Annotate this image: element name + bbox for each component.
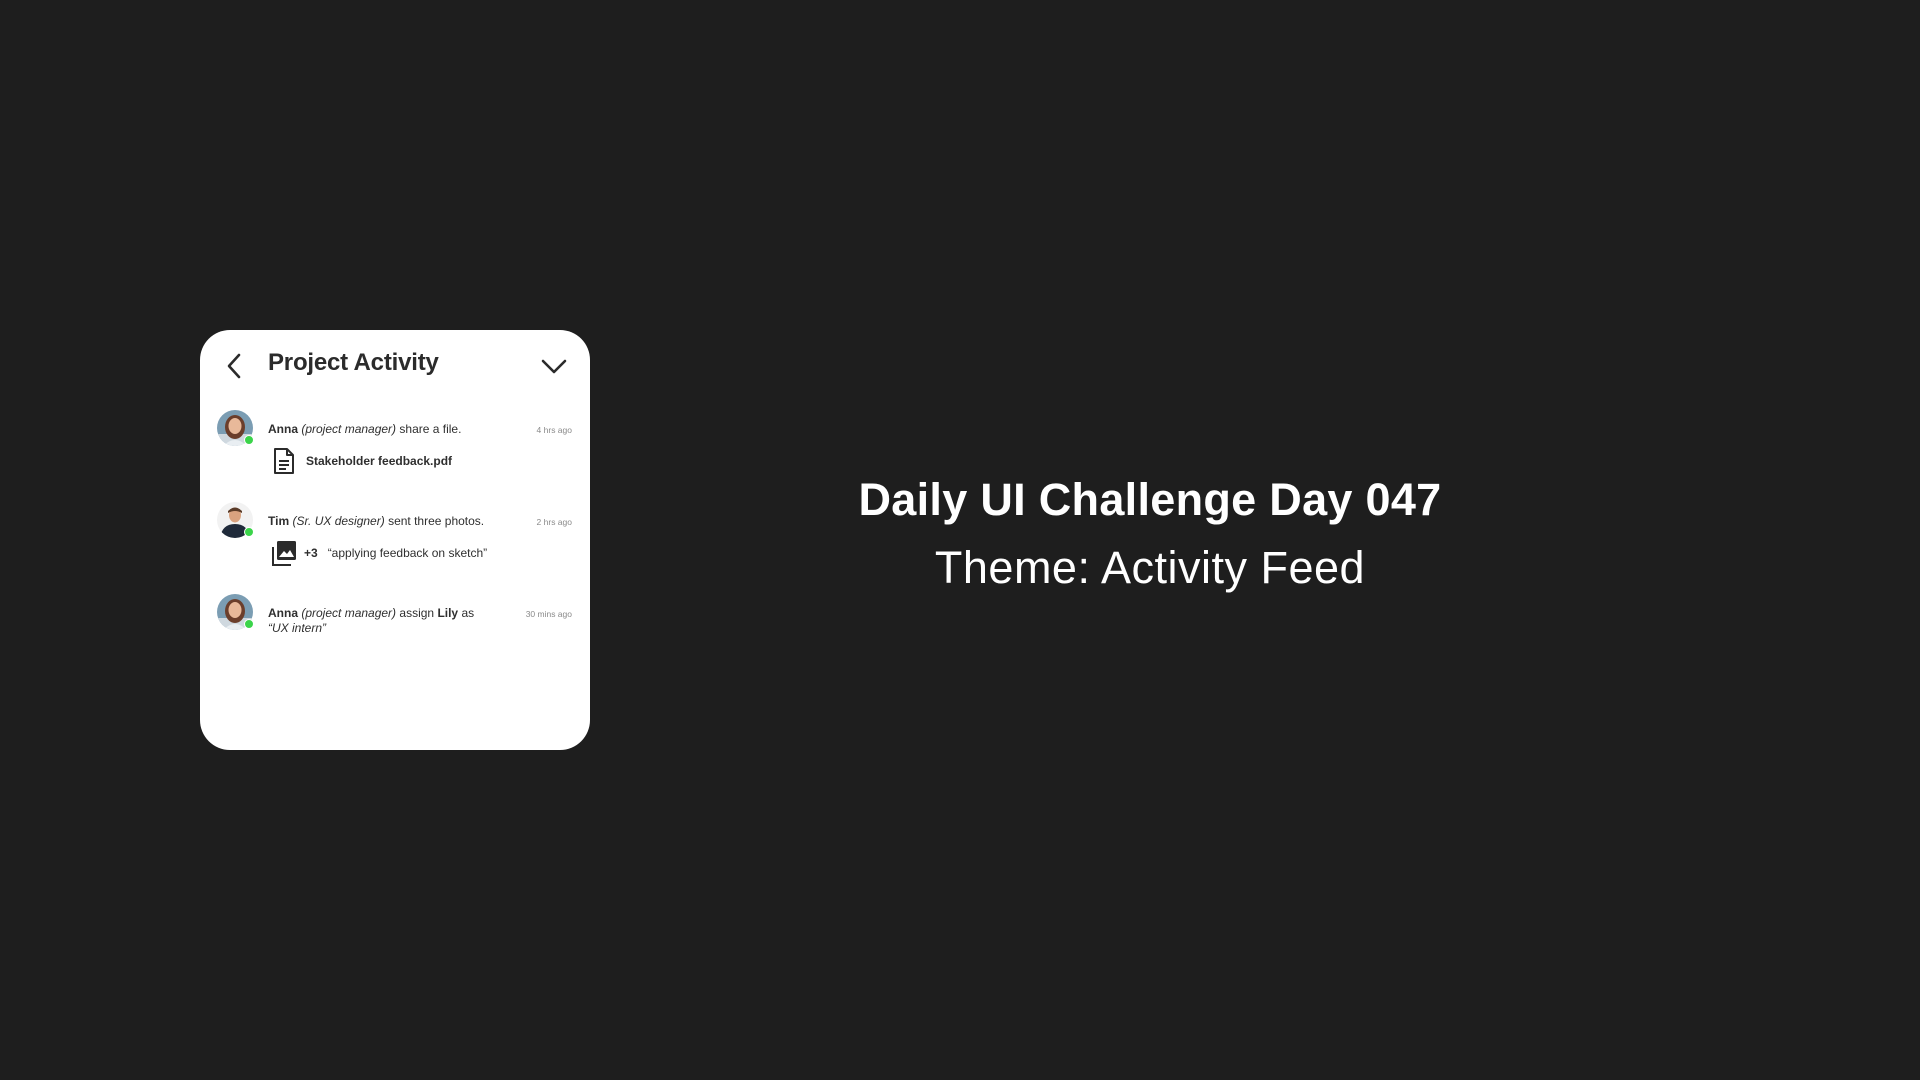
timestamp: 30 mins ago <box>525 609 572 619</box>
avatar[interactable] <box>217 502 254 538</box>
file-attachment[interactable]: Stakeholder feedback.pdf <box>270 446 452 476</box>
stage: Project Activity Anna (project manager) … <box>0 0 1920 1080</box>
avatar[interactable] <box>217 594 254 630</box>
activity-action: assign <box>399 606 435 620</box>
file-icon <box>270 446 298 476</box>
photo-attachment[interactable]: +3 “applying feedback on sketch” <box>270 538 487 568</box>
timestamp: 4 hrs ago <box>536 425 572 435</box>
activity-action: share a file. <box>399 422 462 436</box>
timestamp: 2 hrs ago <box>536 517 572 527</box>
activity-text: Anna (project manager) share a file. <box>268 422 508 437</box>
assigned-role: “UX intern” <box>268 621 327 635</box>
chevron-left-icon[interactable] <box>222 350 248 382</box>
photo-count: +3 <box>304 546 318 560</box>
avatar[interactable] <box>217 410 254 446</box>
assignee-name: Lily <box>437 606 459 620</box>
chevron-down-icon[interactable] <box>538 354 570 378</box>
activity-action: sent three photos. <box>388 514 485 528</box>
activity-connector: as <box>461 606 475 620</box>
headline-title: Daily UI Challenge Day 047 <box>858 474 1442 525</box>
headline-subtitle: Theme: Activity Feed <box>934 542 1366 593</box>
activity-card: Project Activity Anna (project manager) … <box>200 330 590 750</box>
card-header: Project Activity <box>200 330 590 398</box>
user-role: (project manager) <box>301 422 397 436</box>
headline: Daily UI Challenge Day 047 Theme: Activi… <box>800 470 1500 598</box>
photo-caption: “applying feedback on sketch” <box>327 546 488 560</box>
page-title: Project Activity <box>268 349 439 376</box>
online-indicator <box>244 435 254 445</box>
activity-text: Tim (Sr. UX designer) sent three photos. <box>268 514 508 529</box>
user-name: Tim <box>268 514 290 528</box>
user-role: (project manager) <box>301 606 397 620</box>
photo-library-icon <box>270 538 298 568</box>
user-name: Anna <box>268 606 298 620</box>
online-indicator <box>244 619 254 629</box>
online-indicator <box>244 527 254 537</box>
file-name: Stakeholder feedback.pdf <box>306 454 453 468</box>
activity-text: Anna (project manager) assign Lily as “U… <box>268 606 490 636</box>
user-name: Anna <box>268 422 298 436</box>
user-role: (Sr. UX designer) <box>292 514 385 528</box>
